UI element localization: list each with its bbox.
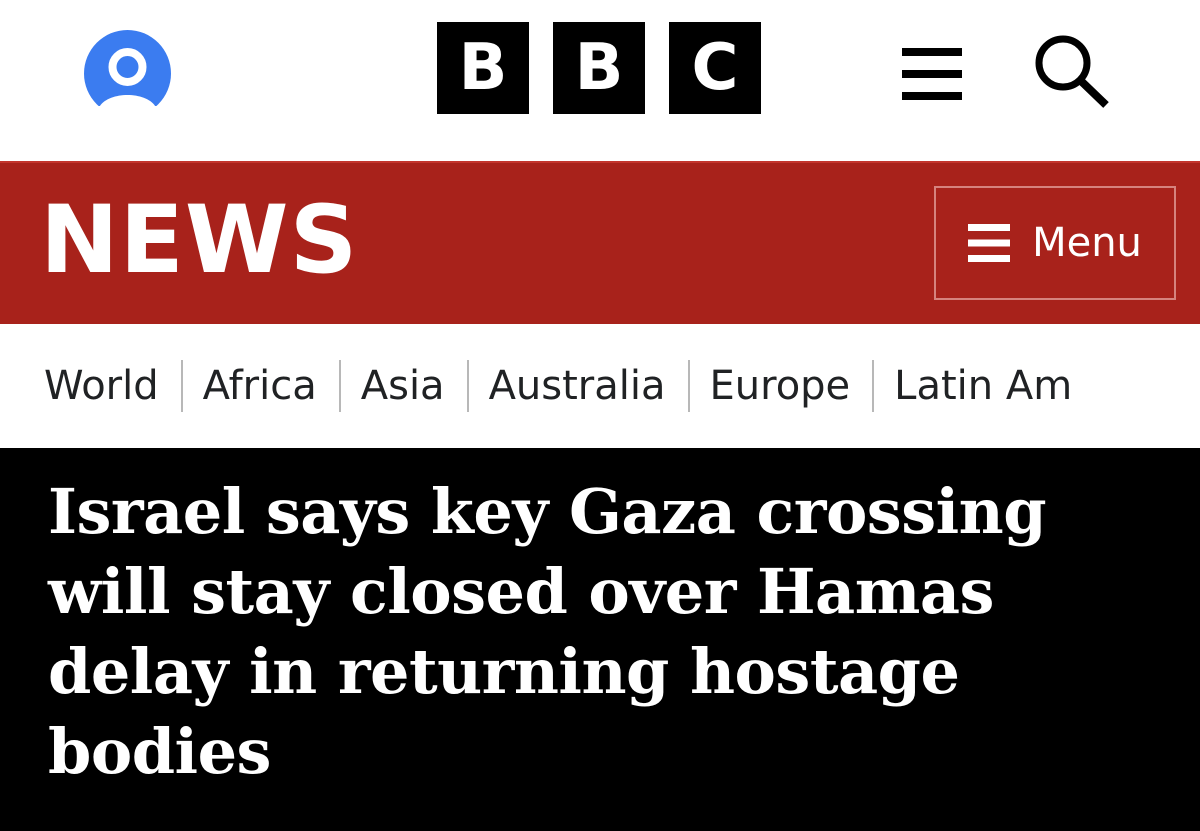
nav-item-world: World	[44, 360, 203, 412]
news-banner: NEWS Menu	[0, 161, 1200, 324]
bbc-logo-letter: C	[669, 22, 761, 114]
hamburger-icon	[902, 48, 962, 100]
bbc-logo-letter: B	[553, 22, 645, 114]
section-nav: World Africa Asia Australia Europe Latin…	[0, 324, 1200, 448]
nav-link-latin-america[interactable]: Latin Am	[894, 366, 1072, 406]
nav-divider	[872, 360, 875, 412]
nav-item-asia: Asia	[361, 360, 489, 412]
top-bar: B B C	[0, 0, 1200, 161]
nav-link-asia[interactable]: Asia	[361, 366, 445, 406]
nav-link-africa[interactable]: Africa	[203, 366, 317, 406]
hamburger-icon	[968, 224, 1011, 262]
search-icon	[1035, 35, 1109, 108]
search-button[interactable]	[1033, 33, 1111, 109]
nav-link-world[interactable]: World	[44, 366, 159, 406]
article-headline: Israel says key Gaza crossing will stay …	[48, 475, 1047, 788]
nav-item-africa: Africa	[203, 360, 361, 412]
nav-divider	[466, 360, 469, 412]
nav-item-europe: Europe	[710, 360, 895, 412]
bbc-logo[interactable]: B B C	[437, 22, 761, 114]
nav-link-australia[interactable]: Australia	[489, 366, 666, 406]
account-button[interactable]	[84, 30, 171, 106]
nav-divider	[180, 360, 183, 412]
article-header: Israel says key Gaza crossing will stay …	[0, 448, 1200, 831]
menu-button[interactable]: Menu	[934, 186, 1176, 300]
main-menu-button[interactable]	[902, 48, 962, 100]
user-icon	[84, 30, 171, 106]
nav-divider	[687, 360, 690, 412]
bbc-logo-letter: B	[437, 22, 529, 114]
nav-link-europe[interactable]: Europe	[710, 366, 851, 406]
nav-item-latin-america: Latin Am	[894, 366, 1072, 406]
nav-divider	[338, 360, 341, 412]
nav-item-australia: Australia	[489, 360, 710, 412]
news-title[interactable]: NEWS	[40, 185, 358, 297]
menu-button-label: Menu	[1032, 220, 1142, 266]
